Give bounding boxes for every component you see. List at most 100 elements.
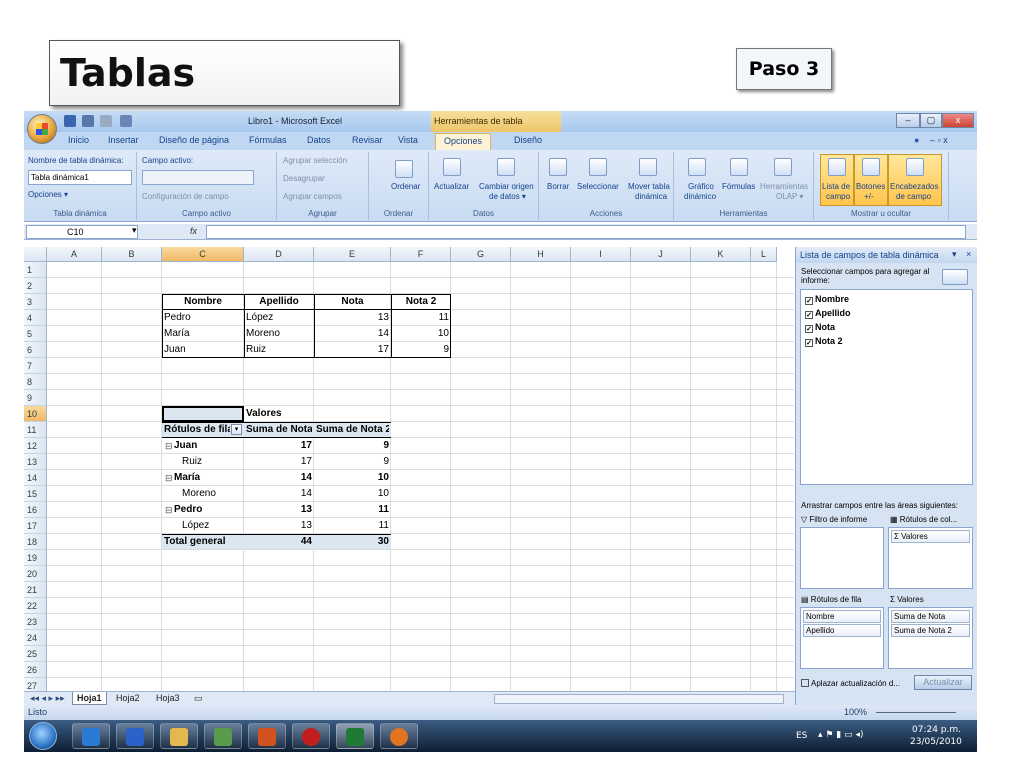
pivot-value-cell[interactable]: 13 [246, 502, 312, 518]
column-header-j[interactable]: J [631, 247, 691, 262]
chevron-down-icon[interactable]: ▾ [132, 225, 137, 236]
maximize-button[interactable]: ▢ [920, 113, 942, 128]
pivot-value-cell[interactable]: 13 [246, 518, 312, 534]
pane-close-icon[interactable]: × [966, 249, 971, 259]
row-header-8[interactable]: 8 [24, 374, 47, 390]
pivot-col-header[interactable]: Suma de Nota 2 [316, 422, 389, 438]
report-filter-area[interactable] [800, 527, 884, 589]
row-header-17[interactable]: 17 [24, 518, 47, 534]
pivot-value-cell[interactable]: 11 [316, 518, 389, 534]
fx-icon[interactable]: fx [190, 226, 197, 236]
pivot-chart-button[interactable]: Gráfico [688, 182, 714, 191]
pivot-value-cell[interactable]: 11 [316, 502, 389, 518]
checkbox-icon[interactable]: ✓ [805, 339, 813, 347]
row-header-21[interactable]: 21 [24, 582, 47, 598]
zoom-slider[interactable] [876, 712, 956, 713]
source-data-cell[interactable]: Ruiz [246, 342, 312, 358]
clock-time[interactable]: 07:24 p.m. [912, 725, 961, 735]
column-header-k[interactable]: K [691, 247, 751, 262]
tab-insertar[interactable]: Insertar [108, 135, 139, 145]
save-icon[interactable] [64, 115, 76, 127]
pivot-total-value[interactable]: 44 [246, 534, 312, 550]
source-data-cell[interactable]: Moreno [246, 326, 312, 342]
row-header-20[interactable]: 20 [24, 566, 47, 582]
taskbar-ie[interactable] [72, 723, 110, 749]
row-header-16[interactable]: 16 [24, 502, 47, 518]
pivot-value-cell[interactable]: 14 [246, 486, 312, 502]
tab-revisar[interactable]: Revisar [352, 135, 383, 145]
source-data-cell[interactable]: 14 [316, 326, 389, 342]
values-area[interactable]: Suma de Nota Suma de Nota 2 [888, 607, 973, 669]
source-data-cell[interactable]: Juan [164, 342, 242, 358]
source-header-cell[interactable]: Nota 2 [393, 294, 449, 310]
tab-formulas[interactable]: Fórmulas [249, 135, 287, 145]
clear-button[interactable]: Borrar [547, 182, 569, 191]
horizontal-scrollbar[interactable] [494, 694, 784, 704]
pivot-item-label[interactable]: López [164, 518, 242, 534]
pivot-group-label[interactable]: ⊟ Pedro [164, 502, 242, 518]
active-cell-c10[interactable] [162, 406, 244, 422]
row-chip-apellido[interactable]: Apellido [803, 624, 881, 637]
column-header-c[interactable]: C [162, 247, 244, 262]
select-button[interactable]: Seleccionar [577, 182, 619, 191]
refresh-button[interactable]: Actualizar [434, 182, 469, 191]
pivot-value-cell[interactable]: 9 [316, 438, 389, 454]
row-header-24[interactable]: 24 [24, 630, 47, 646]
row-header-19[interactable]: 19 [24, 550, 47, 566]
collapse-icon[interactable]: ⊟ [165, 502, 173, 518]
row-header-12[interactable]: 12 [24, 438, 47, 454]
help-icon[interactable]: ● [914, 135, 919, 145]
row-header-6[interactable]: 6 [24, 342, 47, 358]
row-header-3[interactable]: 3 [24, 294, 47, 310]
sheet-nav-icon[interactable]: ◂◂ ◂ ▸ ▸▸ [26, 692, 69, 705]
source-header-cell[interactable]: Apellido [246, 294, 312, 310]
row-header-23[interactable]: 23 [24, 614, 47, 630]
checkbox-icon[interactable]: ✓ [805, 325, 813, 333]
field-nombre[interactable]: ✓ Nombre [805, 293, 849, 305]
sheet-tab-hoja3[interactable]: Hoja3 [152, 692, 184, 705]
options-button[interactable]: Opciones ▾ [28, 190, 68, 199]
pivot-name-field[interactable]: Tabla dinámica1 [28, 170, 132, 185]
row-header-14[interactable]: 14 [24, 470, 47, 486]
taskbar-app[interactable] [292, 723, 330, 749]
tab-inicio[interactable]: Inicio [68, 135, 89, 145]
column-header-l[interactable]: L [751, 247, 777, 262]
column-header-e[interactable]: E [314, 247, 391, 262]
field-settings-button[interactable]: Configuración de campo [142, 192, 229, 201]
value-chip-nota[interactable]: Suma de Nota [891, 610, 970, 623]
start-button[interactable] [29, 722, 57, 750]
source-data-cell[interactable]: 17 [316, 342, 389, 358]
row-header-10[interactable]: 10 [24, 406, 47, 422]
column-header-i[interactable]: I [571, 247, 631, 262]
value-chip-nota-2[interactable]: Suma de Nota 2 [891, 624, 970, 637]
name-box[interactable]: C10 [26, 225, 138, 239]
checkbox-icon[interactable]: ✓ [805, 311, 813, 319]
source-data-cell[interactable]: Pedro [164, 310, 242, 326]
tab-diseno[interactable]: Diseño [514, 135, 542, 145]
formulas-button[interactable]: Fórmulas [722, 182, 755, 191]
taskbar-powerpoint[interactable] [248, 723, 286, 749]
column-header-f[interactable]: F [391, 247, 451, 262]
source-data-cell[interactable]: López [246, 310, 312, 326]
close-button[interactable]: x [942, 113, 974, 128]
row-header-5[interactable]: 5 [24, 326, 47, 342]
column-labels-area[interactable]: Σ Valores [888, 527, 973, 589]
field-nota[interactable]: ✓ Nota [805, 321, 835, 333]
source-data-cell[interactable]: 11 [393, 310, 449, 326]
column-header-a[interactable]: A [47, 247, 102, 262]
row-header-4[interactable]: 4 [24, 310, 47, 326]
row-header-1[interactable]: 1 [24, 262, 47, 278]
pivot-value-cell[interactable]: 9 [316, 454, 389, 470]
row-header-27[interactable]: 27 [24, 678, 47, 691]
minimize-button[interactable]: – [896, 113, 920, 128]
row-header-25[interactable]: 25 [24, 646, 47, 662]
tab-datos[interactable]: Datos [307, 135, 331, 145]
field-nota-2[interactable]: ✓ Nota 2 [805, 335, 843, 347]
group-selection-button[interactable]: Agrupar selección [283, 156, 347, 165]
pivot-value-cell[interactable]: 10 [316, 486, 389, 502]
pivot-values-label[interactable]: Valores [246, 406, 312, 422]
ribbon-min-icon[interactable]: – ▫ x [930, 135, 948, 145]
olap-tools-button[interactable]: Herramientas [760, 182, 808, 191]
source-header-cell[interactable]: Nombre [164, 294, 242, 310]
group-fields-button[interactable]: Agrupar campos [283, 192, 342, 201]
